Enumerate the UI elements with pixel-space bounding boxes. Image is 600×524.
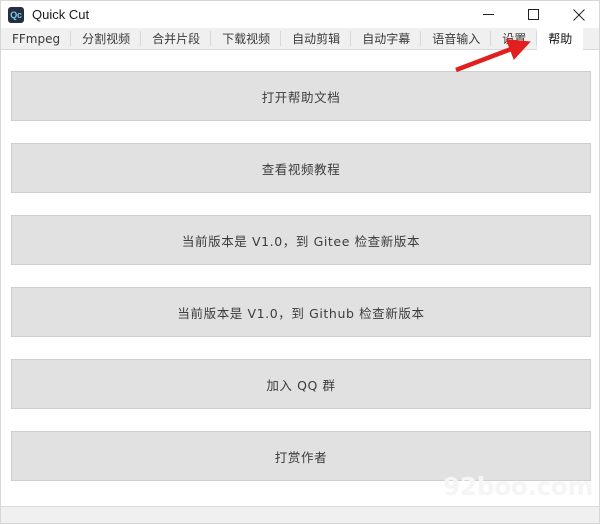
tab-auto-edit[interactable]: 自动剪辑 <box>281 28 352 49</box>
status-bar <box>1 506 599 523</box>
tab-bar-filler <box>583 28 599 49</box>
check-update-github-button[interactable]: 当前版本是 V1.0，到 Github 检查新版本 <box>11 287 591 337</box>
tab-split-video[interactable]: 分割视频 <box>71 28 142 49</box>
application-window: Qc Quick Cut FFmpeg 分割视频 合并片段 下载视频 自动剪辑 … <box>0 0 600 524</box>
tab-auto-subtitle[interactable]: 自动字幕 <box>351 28 422 49</box>
tab-settings[interactable]: 设置 <box>491 28 538 49</box>
donate-author-button[interactable]: 打赏作者 <box>11 431 591 481</box>
minimize-button[interactable] <box>466 1 511 28</box>
tab-voice-input[interactable]: 语音输入 <box>421 28 492 49</box>
maximize-icon <box>528 9 539 20</box>
minimize-icon <box>483 14 494 15</box>
tab-download-video[interactable]: 下载视频 <box>211 28 282 49</box>
open-help-doc-button[interactable]: 打开帮助文档 <box>11 71 591 121</box>
join-qq-group-button[interactable]: 加入 QQ 群 <box>11 359 591 409</box>
app-icon: Qc <box>8 6 24 23</box>
tab-help[interactable]: 帮助 <box>537 28 584 50</box>
close-icon <box>572 8 585 21</box>
check-update-gitee-button[interactable]: 当前版本是 V1.0，到 Gitee 检查新版本 <box>11 215 591 265</box>
maximize-button[interactable] <box>511 1 556 28</box>
tab-bar: FFmpeg 分割视频 合并片段 下载视频 自动剪辑 自动字幕 语音输入 设置 … <box>1 28 599 50</box>
tab-ffmpeg[interactable]: FFmpeg <box>1 28 72 49</box>
close-button[interactable] <box>556 1 599 28</box>
tab-merge-clips[interactable]: 合并片段 <box>141 28 212 49</box>
window-title: Quick Cut <box>32 7 90 22</box>
title-bar: Qc Quick Cut <box>1 1 599 28</box>
help-panel: 打开帮助文档 查看视频教程 当前版本是 V1.0，到 Gitee 检查新版本 当… <box>1 50 599 506</box>
window-controls <box>466 1 599 28</box>
view-video-tutorial-button[interactable]: 查看视频教程 <box>11 143 591 193</box>
